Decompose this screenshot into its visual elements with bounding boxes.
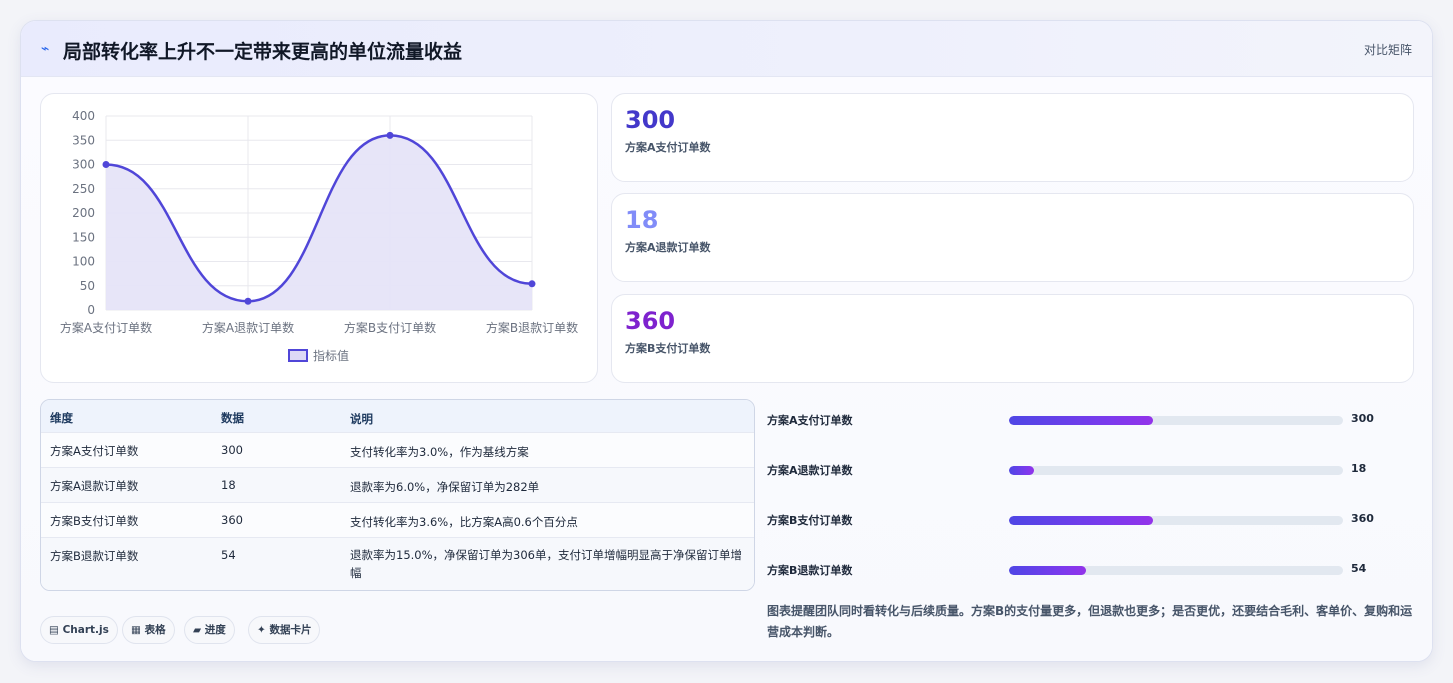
table-cell: 支付转化率为3.6%，比方案A高0.6个百分点 xyxy=(350,515,578,529)
tag-label: Chart.js xyxy=(62,624,109,636)
column-header: 说明 xyxy=(350,412,373,426)
x-tick-label: 方案A支付订单数 xyxy=(60,320,152,335)
stat-value: 360 xyxy=(625,307,676,335)
report-card: ⌁ 局部转化率上升不一定带来更高的单位流量收益 对比矩阵 0 50 100 150 20… xyxy=(20,20,1433,662)
legend-swatch xyxy=(288,349,308,362)
progress-row: 方案B退款订单数 54 xyxy=(767,560,1407,580)
tag-label: 数据卡片 xyxy=(269,624,312,636)
data-point xyxy=(528,280,536,288)
progress-row: 方案A退款订单数 18 xyxy=(767,460,1407,480)
progress-track xyxy=(1009,466,1343,475)
y-tick-label: 0 xyxy=(87,303,95,317)
x-tick-label: 方案A退款订单数 xyxy=(202,320,294,335)
sparkline-icon: ⌁ xyxy=(41,41,50,57)
progress-label: 方案A支付订单数 xyxy=(767,414,853,427)
page-title: 局部转化率上升不一定带来更高的单位流量收益 xyxy=(63,41,463,63)
progress-value: 54 xyxy=(1351,562,1367,575)
progress-track xyxy=(1009,566,1343,575)
progress-fill xyxy=(1009,566,1086,575)
y-tick-label: 100 xyxy=(72,255,95,269)
progress-label: 方案B退款订单数 xyxy=(767,564,853,577)
table-cell: 54 xyxy=(221,548,236,562)
y-tick-label: 200 xyxy=(72,206,95,220)
table-row: 方案B支付订单数 360 支付转化率为3.6%，比方案A高0.6个百分点 xyxy=(41,503,754,538)
progress-fill xyxy=(1009,466,1035,475)
tag-data-card[interactable]: ✦ 数据卡片 xyxy=(248,616,321,644)
y-tick-label: 300 xyxy=(72,158,95,172)
table-icon: ▦ xyxy=(131,624,141,636)
table-cell: 360 xyxy=(221,513,243,527)
table-row: 方案B退款订单数 54 退款率为15.0%，净保留订单为306单，支付订单增幅明… xyxy=(41,538,754,590)
chart-canvas: 0 50 100 150 200 250 300 350 400 方案A支付订单数 方案A退款订单数… xyxy=(60,109,578,363)
table-cell: 方案A退款订单数 xyxy=(50,479,139,493)
table-header-row: 维度 数据 说明 xyxy=(41,400,754,433)
table-row: 方案A支付订单数 300 支付转化率为3.0%，作为基线方案 xyxy=(41,433,754,468)
table-cell: 300 xyxy=(221,443,243,457)
stat-label: 方案A支付订单数 xyxy=(625,141,711,154)
sparkle-icon: ✦ xyxy=(257,624,266,636)
x-tick-label: 方案B退款订单数 xyxy=(486,320,578,335)
data-point xyxy=(244,297,252,305)
progress-fill xyxy=(1009,416,1153,425)
y-tick-label: 50 xyxy=(80,279,95,293)
column-header: 数据 xyxy=(221,411,244,425)
table-cell: 退款率为6.0%，净保留订单为282单 xyxy=(350,480,540,494)
y-tick-label: 350 xyxy=(72,133,95,147)
stat-label: 方案A退款订单数 xyxy=(625,241,711,254)
stat-value: 18 xyxy=(625,206,659,234)
progress-value: 300 xyxy=(1351,412,1374,425)
compare-matrix-link[interactable]: 对比矩阵 xyxy=(1364,41,1412,58)
stat-label: 方案B支付订单数 xyxy=(625,342,711,355)
column-header: 维度 xyxy=(50,411,73,425)
tag-label: 进度 xyxy=(204,624,226,636)
tag-label: 表格 xyxy=(144,624,166,636)
data-point xyxy=(386,131,394,139)
progress-row: 方案A支付订单数 300 xyxy=(767,410,1407,430)
stat-card: 360 方案B支付订单数 xyxy=(611,294,1414,383)
tag-table[interactable]: ▦ 表格 xyxy=(122,616,175,644)
table-cell: 方案A支付订单数 xyxy=(50,444,139,458)
table-cell: 18 xyxy=(221,478,236,492)
data-table: 维度 数据 说明 方案A支付订单数 300 支付转化率为3.0%，作为基线方案 … xyxy=(40,399,755,591)
chart-icon: ▤ xyxy=(49,624,59,636)
progress-fill xyxy=(1009,516,1153,525)
y-tick-label: 400 xyxy=(72,109,95,123)
progress-track xyxy=(1009,416,1343,425)
insight-note: 图表提醒团队同时看转化与后续质量。方案B的支付量更多，但退款也更多；是否更优，还… xyxy=(767,604,1413,639)
tag-chartjs[interactable]: ▤ Chart.js xyxy=(40,616,118,644)
data-point xyxy=(102,161,110,168)
progress-value: 360 xyxy=(1351,512,1374,525)
stat-card: 300 方案A支付订单数 xyxy=(611,93,1414,182)
x-tick-label: 方案B支付订单数 xyxy=(344,320,436,335)
tag-progress[interactable]: ▰ 进度 xyxy=(184,616,235,644)
stat-value: 300 xyxy=(625,106,676,134)
table-cell: 方案B支付订单数 xyxy=(50,514,139,528)
table-cell: 支付转化率为3.0%，作为基线方案 xyxy=(350,445,529,459)
stat-card: 18 方案A退款订单数 xyxy=(611,193,1414,282)
progress-label: 方案B支付订单数 xyxy=(767,514,853,527)
table-cell: 退款率为15.0%，净保留订单为306单，支付订单增幅明显高于净保留订单增幅 xyxy=(350,548,742,580)
y-tick-label: 150 xyxy=(72,230,95,244)
card-header: ⌁ 局部转化率上升不一定带来更高的单位流量收益 对比矩阵 xyxy=(21,21,1432,77)
progress-value: 18 xyxy=(1351,462,1367,475)
legend-label: 指标值 xyxy=(313,348,349,363)
line-chart: 0 50 100 150 200 250 300 350 400 方案A支付订单数 方案A退款订单数… xyxy=(40,93,598,383)
progress-icon: ▰ xyxy=(193,624,202,636)
table-row: 方案A退款订单数 18 退款率为6.0%，净保留订单为282单 xyxy=(41,468,754,503)
y-tick-label: 250 xyxy=(72,182,95,196)
progress-track xyxy=(1009,516,1343,525)
progress-label: 方案A退款订单数 xyxy=(767,464,853,477)
progress-row: 方案B支付订单数 360 xyxy=(767,510,1407,530)
table-cell: 方案B退款订单数 xyxy=(50,549,139,563)
